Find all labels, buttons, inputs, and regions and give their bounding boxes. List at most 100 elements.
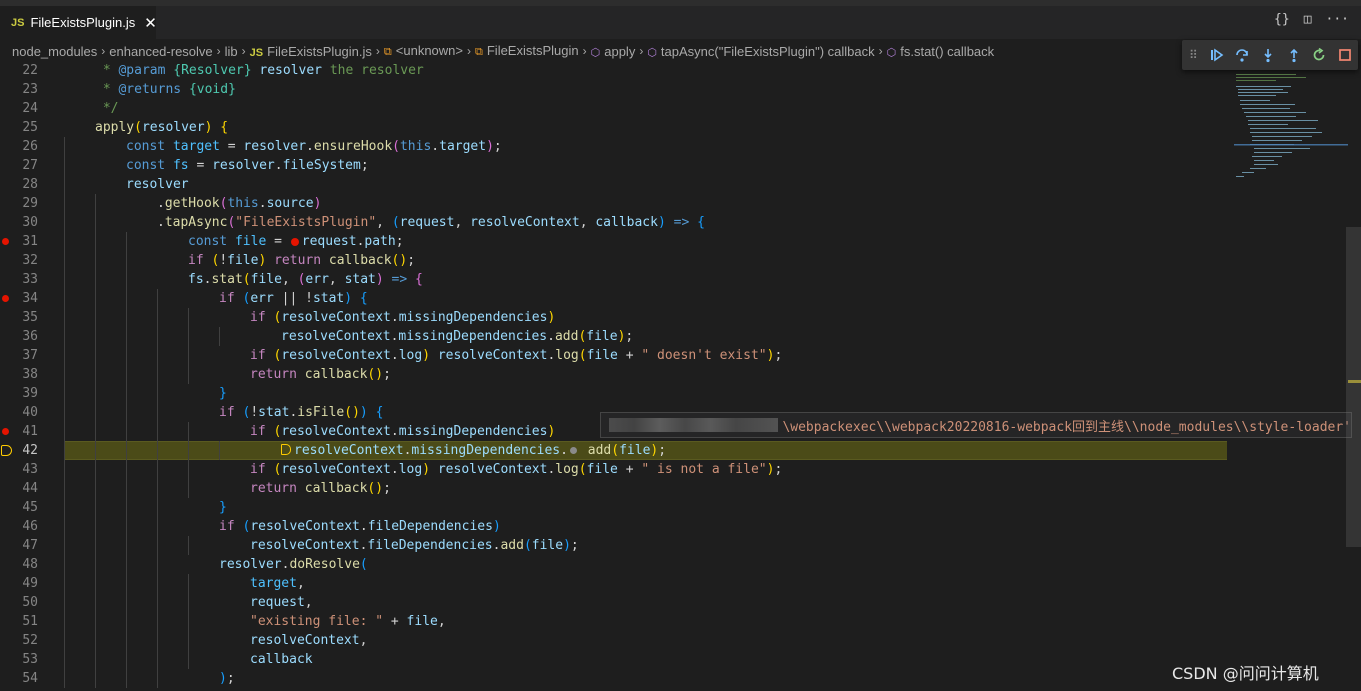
code-line[interactable]: 44 return callback();	[0, 479, 1361, 498]
code-line[interactable]: 53 callback	[0, 650, 1361, 669]
code-line[interactable]: 23 * @returns {void}	[0, 80, 1361, 99]
code-token: if	[219, 519, 235, 534]
indent-guide	[64, 517, 65, 536]
code-line[interactable]: 48 resolver.doResolve(	[0, 555, 1361, 574]
breadcrumb-item[interactable]: ⧉ <unknown>	[384, 43, 463, 59]
code-token: file	[234, 234, 267, 249]
code-line[interactable]: 33 fs.stat(file, (err, stat) => {	[0, 270, 1361, 289]
split-editor-icon[interactable]: ◫	[1304, 12, 1312, 27]
code-line[interactable]: 51 "existing file: " + file,	[0, 612, 1361, 631]
code-line[interactable]: 29 .getHook(this.source)	[0, 194, 1361, 213]
code-token: callback	[250, 652, 313, 667]
code-token: =	[219, 139, 244, 154]
more-actions-icon[interactable]: ···	[1326, 12, 1349, 27]
code-line[interactable]: 34 if (err || !stat) {	[0, 289, 1361, 308]
indent-guide	[157, 517, 158, 536]
code-token: ,	[437, 614, 446, 629]
indent-guide	[188, 574, 189, 593]
code-line[interactable]: 32 if (!file) return callback();	[0, 251, 1361, 270]
inline-breakpoint-icon[interactable]	[290, 237, 299, 246]
chevron-right-icon: ›	[639, 44, 644, 58]
code-line[interactable]: 36 resolveContext.missingDependencies.add…	[0, 327, 1361, 346]
chevron-right-icon: ›	[101, 44, 106, 58]
code-line[interactable]: 43 if (resolveContext.log) resolveContext…	[0, 460, 1361, 479]
drag-handle-icon[interactable]: ⠿	[1189, 48, 1198, 62]
code-token: (	[523, 538, 532, 553]
indent-guide	[126, 270, 127, 289]
indent-guide	[64, 555, 65, 574]
code-line[interactable]: 37 if (resolveContext.log) resolveContext…	[0, 346, 1361, 365]
breadcrumb-item[interactable]: node_modules	[12, 44, 97, 59]
code-line[interactable]: 26 const target = resolver.ensureHook(thi…	[0, 137, 1361, 156]
breadcrumb-item[interactable]: enhanced-resolve	[109, 44, 212, 59]
code-token: err	[305, 272, 329, 287]
code-line[interactable]: 42 resolveContext.missingDependencies. ad…	[0, 441, 1361, 460]
indent-guide	[188, 327, 189, 346]
indent-guide	[95, 650, 96, 669]
tab-file-exists-plugin[interactable]: JS FileExistsPlugin.js ✕	[0, 6, 157, 39]
breadcrumb-label: FileExistsPlugin	[486, 43, 579, 58]
code-line[interactable]: 49 target,	[0, 574, 1361, 593]
close-icon[interactable]: ✕	[144, 14, 157, 32]
code-token: *	[95, 82, 119, 97]
breadcrumb-item[interactable]: ⧉ FileExistsPlugin	[475, 43, 579, 59]
code-line[interactable]: 24 */	[0, 99, 1361, 118]
code-token: ensureHook	[313, 139, 393, 154]
code-line[interactable]: 28 resolver	[0, 175, 1361, 194]
code-token: target	[250, 576, 297, 591]
code-line[interactable]: 50 request,	[0, 593, 1361, 612]
code-token: +	[617, 462, 642, 477]
indent-guide	[64, 479, 65, 498]
code-token: )	[657, 215, 666, 230]
code-token: callback	[595, 215, 658, 230]
line-number: 33	[22, 272, 38, 287]
indent-guide	[126, 365, 127, 384]
code-line[interactable]: 38 return callback();	[0, 365, 1361, 384]
breadcrumb-item[interactable]: ⬡ fs.stat() callback	[887, 44, 995, 59]
code-token: fileDependencies	[367, 519, 493, 534]
code-token: .	[390, 462, 399, 477]
code-token: this	[227, 196, 259, 211]
code-line[interactable]: 39}	[0, 384, 1361, 403]
vertical-scrollbar[interactable]	[1346, 227, 1361, 547]
breadcrumb-item[interactable]: JS FileExistsPlugin.js	[250, 44, 372, 59]
code-token: stat	[258, 405, 290, 420]
indent-guide	[219, 327, 220, 346]
code-line[interactable]: 46 if (resolveContext.fileDependencies)	[0, 517, 1361, 536]
code-line[interactable]: 54);	[0, 669, 1361, 688]
indent-guide	[95, 232, 96, 251]
code-line[interactable]: 30 .tapAsync("FileExistsPlugin", (request…	[0, 213, 1361, 232]
code-line[interactable]: 31 const file = request.path;	[0, 232, 1361, 251]
code-token: target	[439, 139, 487, 154]
minimap[interactable]	[1230, 72, 1348, 182]
code-token: resolveContext	[437, 348, 548, 363]
indent-guide	[95, 346, 96, 365]
code-token: (	[392, 139, 400, 154]
code-text: resolveContext.fileDependencies.add(file…	[250, 536, 579, 555]
code-line[interactable]: 45}	[0, 498, 1361, 517]
code-line[interactable]: 35 if (resolveContext.missingDependencies…	[0, 308, 1361, 327]
indent-guide	[157, 365, 158, 384]
braces-icon[interactable]: {}	[1274, 12, 1290, 27]
breadcrumb-item[interactable]: ⬡ apply	[591, 44, 636, 59]
code-line[interactable]: 52 resolveContext,	[0, 631, 1361, 650]
indent-guide	[64, 593, 65, 612]
breadcrumb-item[interactable]: lib	[225, 44, 238, 59]
code-token: fs	[172, 158, 189, 173]
code-token: ,	[376, 215, 392, 230]
code-editor[interactable]: 22 * @param {Resolver} resolver the reso…	[0, 61, 1361, 691]
breadcrumb-label: apply	[604, 43, 636, 59]
indent-guide	[188, 612, 189, 631]
code-token: resolver	[126, 177, 189, 192]
code-line[interactable]: 47 resolveContext.fileDependencies.add(fi…	[0, 536, 1361, 555]
code-token: return	[274, 253, 322, 268]
breadcrumb-label: lib	[224, 43, 238, 59]
code-text: callback	[250, 650, 313, 669]
code-line[interactable]: 25 apply(resolver) {	[0, 118, 1361, 137]
code-line[interactable]: 27 const fs = resolver.fileSystem;	[0, 156, 1361, 175]
code-line[interactable]: 22 * @param {Resolver} resolver the reso…	[0, 61, 1361, 80]
code-token: resolveContext	[250, 538, 360, 553]
code-text: .tapAsync("FileExistsPlugin", (request, …	[157, 213, 705, 232]
inline-breakpoint-hint-icon[interactable]	[569, 447, 577, 454]
breadcrumb-item[interactable]: ⬡ tapAsync("FileExistsPlugin") callback	[647, 44, 874, 59]
